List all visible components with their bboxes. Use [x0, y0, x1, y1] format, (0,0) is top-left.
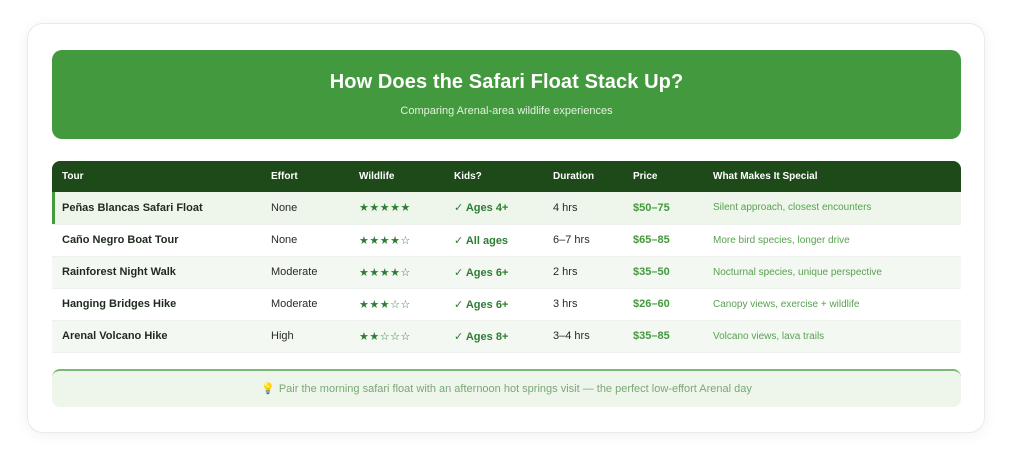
price-cell: $26–60 [633, 298, 670, 310]
page-subtitle: Comparing Arenal-area wildlife experienc… [400, 105, 613, 117]
table-row: Peñas Blancas Safari Float None ★★★★★ ✓ … [52, 192, 961, 224]
kids-cell: ✓ All ages [454, 234, 509, 247]
tour-name: Peñas Blancas Safari Float [52, 192, 261, 224]
table-row: Hanging Bridges Hike Moderate ★★★☆☆ ✓ Ag… [52, 288, 961, 320]
kids-cell: ✓ Ages 4+ [454, 202, 509, 215]
column-header-price: Price [633, 171, 658, 182]
table-row: Caño Negro Boat Tour None ★★★★☆ ✓ All ag… [52, 224, 961, 256]
table-header-row: Tour Effort Wildlife Kids? Duration Pric… [52, 161, 961, 192]
price-cell: $35–50 [633, 266, 670, 278]
tour-name: Arenal Volcano Hike [62, 330, 168, 342]
wildlife-rating: ★★★★☆ [359, 234, 411, 247]
kids-cell: ✓ Ages 8+ [454, 330, 509, 343]
price-cell: $65–85 [633, 234, 670, 246]
column-header-duration: Duration [553, 171, 595, 182]
special-cell: Volcano views, lava trails [713, 330, 825, 342]
column-header-wildlife: Wildlife [359, 171, 395, 182]
wildlife-rating: ★★☆☆☆ [359, 330, 411, 343]
column-header-special: What Makes It Special [713, 171, 818, 182]
column-header-tour: Tour [62, 171, 84, 182]
header-banner: How Does the Safari Float Stack Up? Comp… [52, 50, 961, 139]
duration-cell: 6–7 hrs [553, 234, 590, 246]
effort-cell: High [271, 330, 294, 342]
effort-cell: Moderate [271, 266, 318, 278]
effort-cell: None [271, 234, 298, 246]
wildlife-rating: ★★★★★ [359, 202, 411, 215]
wildlife-rating: ★★★☆☆ [359, 298, 411, 311]
price-cell: $35–85 [633, 330, 670, 342]
tour-name: Caño Negro Boat Tour [62, 234, 179, 246]
kids-cell: ✓ Ages 6+ [454, 266, 509, 279]
comparison-table: Tour Effort Wildlife Kids? Duration Pric… [52, 161, 961, 353]
table-row: Arenal Volcano Hike High ★★☆☆☆ ✓ Ages 8+… [52, 320, 961, 352]
tour-name: Hanging Bridges Hike [62, 298, 177, 310]
comparison-table-wrapper: Tour Effort Wildlife Kids? Duration Pric… [52, 161, 961, 353]
effort-cell: Moderate [271, 298, 318, 310]
special-cell: Silent approach, closest encounters [713, 202, 872, 214]
duration-cell: 3–4 hrs [553, 330, 590, 342]
special-cell: Nocturnal species, unique perspective [713, 266, 882, 278]
table-row: Rainforest Night Walk Moderate ★★★★☆ ✓ A… [52, 256, 961, 288]
column-header-effort: Effort [271, 171, 298, 182]
page-title: How Does the Safari Float Stack Up? [329, 71, 684, 93]
duration-cell: 2 hrs [553, 266, 578, 278]
tip-callout: 💡 Pair the morning safari float with an a… [52, 369, 961, 407]
kids-cell: ✓ Ages 6+ [454, 298, 509, 311]
special-cell: Canopy views, exercise + wildlife [713, 298, 860, 310]
comparison-card: How Does the Safari Float Stack Up? Comp… [27, 23, 985, 433]
effort-cell: None [271, 201, 298, 214]
column-header-kids: Kids? [454, 171, 482, 182]
lightbulb-icon: 💡 [261, 383, 275, 395]
wildlife-rating: ★★★★☆ [359, 266, 411, 279]
duration-cell: 4 hrs [553, 201, 578, 214]
duration-cell: 3 hrs [553, 298, 578, 310]
tip-text: Pair the morning safari float with an af… [278, 383, 752, 395]
price-cell: $50–75 [633, 201, 670, 214]
special-cell: More bird species, longer drive [713, 234, 850, 246]
tour-name: Rainforest Night Walk [62, 266, 176, 278]
